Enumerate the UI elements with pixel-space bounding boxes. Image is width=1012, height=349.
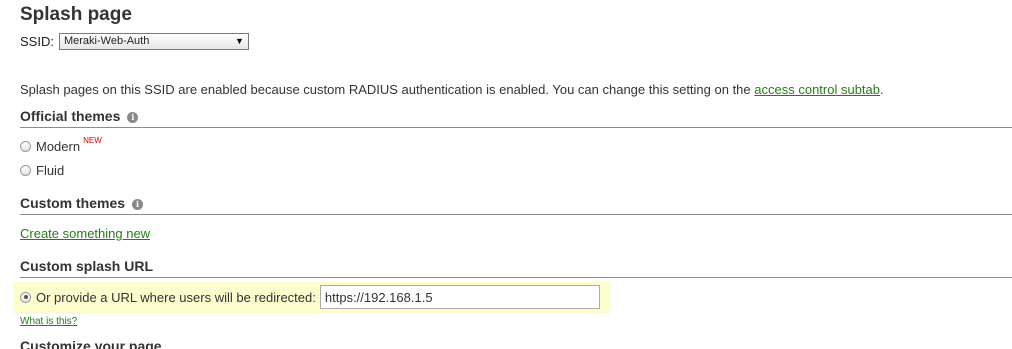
fluid-radio[interactable] [20,165,31,176]
custom-splash-url-header: Custom splash URL [20,258,1012,278]
info-icon[interactable]: i [127,112,139,123]
create-something-new-link[interactable]: Create something new [20,226,150,241]
what-is-this-link[interactable]: What is this? [20,316,77,327]
radius-notice: Splash pages on this SSID are enabled be… [20,82,884,97]
custom-url-radio[interactable] [20,291,31,303]
custom-splash-url-title: Custom splash URL [20,258,154,274]
custom-themes-header: Custom themes i [20,195,1012,215]
fluid-label: Fluid [36,163,65,178]
official-themes-header: Official themes i [20,108,1012,128]
official-themes-title: Official themes [20,108,121,124]
ssid-label: SSID: [20,34,54,49]
access-control-subtab-link[interactable]: access control subtab [754,82,880,97]
chevron-down-icon: ▼ [235,36,244,46]
custom-url-label: Or provide a URL where users will be red… [36,289,316,305]
custom-url-input[interactable] [319,285,600,309]
splash-page-settings: Splash page SSID: Meraki-Web-Auth ▼ Spla… [0,0,1012,349]
theme-option-fluid[interactable]: Fluid [20,163,64,178]
ssid-select[interactable]: Meraki-Web-Auth ▼ [58,33,249,50]
ssid-row: SSID: Meraki-Web-Auth ▼ [20,33,249,50]
notice-text: Splash pages on this SSID are enabled be… [20,82,755,97]
new-badge: NEW [83,136,102,145]
notice-end: . [880,82,884,97]
modern-label: Modern [36,139,81,154]
custom-url-row: Or provide a URL where users will be red… [20,285,600,309]
page-title: Splash page [20,4,132,25]
customize-your-page-header: Customize your page [20,338,162,349]
theme-option-modern[interactable]: Modern NEW [20,136,102,154]
custom-themes-title: Custom themes [20,195,126,211]
modern-radio[interactable] [20,141,31,152]
info-icon[interactable]: i [132,199,144,210]
ssid-select-value: Meraki-Web-Auth [63,35,150,47]
